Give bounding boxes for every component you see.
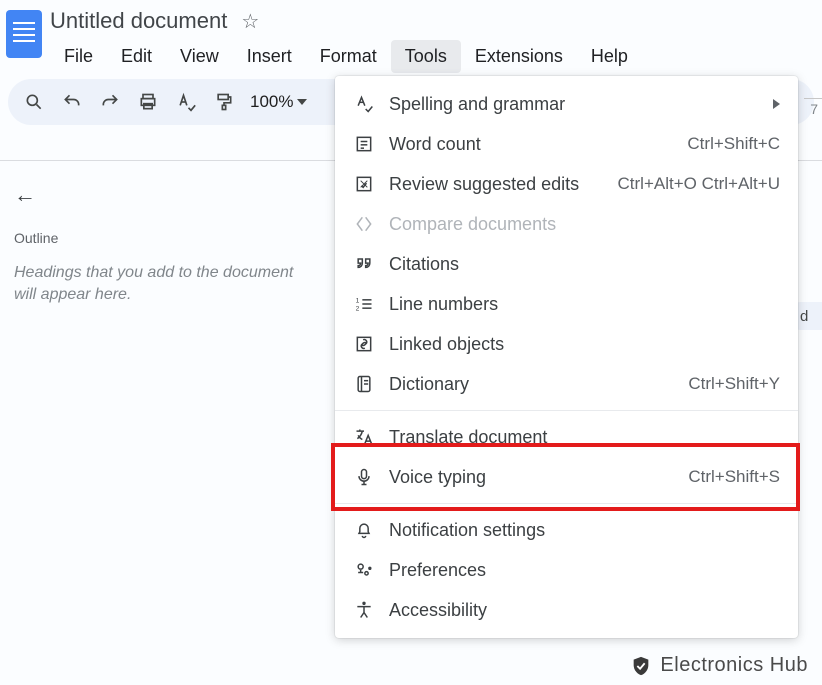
watermark: Electronics Hub	[630, 654, 808, 677]
svg-text:1: 1	[356, 297, 360, 304]
tools-item-prefs[interactable]: Preferences	[335, 550, 798, 590]
outline-collapse-icon[interactable]: ←	[14, 182, 324, 208]
menu-separator	[335, 410, 798, 411]
menu-item-shortcut: Ctrl+Shift+S	[688, 467, 780, 487]
menu-insert[interactable]: Insert	[233, 40, 306, 73]
menu-item-label: Line numbers	[389, 294, 780, 315]
menu-edit[interactable]: Edit	[107, 40, 166, 73]
menu-format[interactable]: Format	[306, 40, 391, 73]
chevron-right-icon	[773, 99, 780, 109]
document-title[interactable]: Untitled document	[50, 8, 227, 34]
menu-item-label: Translate document	[389, 427, 780, 448]
shield-icon	[630, 655, 652, 677]
spellcheck-icon	[353, 93, 375, 115]
menu-item-label: Compare documents	[389, 214, 780, 235]
menubar: FileEditViewInsertFormatToolsExtensionsH…	[50, 40, 818, 73]
menu-item-label: Citations	[389, 254, 780, 275]
tools-item-spelling[interactable]: Spelling and grammar	[335, 84, 798, 124]
menu-file[interactable]: File	[50, 40, 107, 73]
zoom-select[interactable]: 100%	[250, 92, 307, 112]
wordcount-icon	[353, 133, 375, 155]
tools-item-citations[interactable]: Citations	[335, 244, 798, 284]
prefs-icon	[353, 559, 375, 581]
menu-separator	[335, 503, 798, 504]
undo-icon[interactable]	[60, 90, 84, 114]
menu-item-label: Word count	[389, 134, 687, 155]
chevron-down-icon	[297, 99, 307, 105]
outline-placeholder: Headings that you add to the document wi…	[14, 262, 314, 307]
menu-item-label: Spelling and grammar	[389, 94, 765, 115]
tools-item-linked[interactable]: Linked objects	[335, 324, 798, 364]
redo-icon[interactable]	[98, 90, 122, 114]
menu-help[interactable]: Help	[577, 40, 642, 73]
tools-item-review[interactable]: Review suggested editsCtrl+Alt+O Ctrl+Al…	[335, 164, 798, 204]
right-panel-stub: d	[796, 302, 822, 330]
menu-item-label: Voice typing	[389, 467, 688, 488]
zoom-value: 100%	[250, 92, 293, 112]
watermark-text-2: Hub	[770, 654, 808, 676]
watermark-text-1: Electronics	[660, 654, 763, 676]
link-icon	[353, 333, 375, 355]
ruler-mark: 7	[804, 98, 822, 128]
outline-heading: Outline	[14, 230, 324, 246]
bell-icon	[353, 519, 375, 541]
menu-item-label: Accessibility	[389, 600, 780, 621]
docs-app-icon[interactable]	[6, 10, 42, 58]
star-icon[interactable]: ☆	[241, 9, 259, 34]
menu-item-label: Preferences	[389, 560, 780, 581]
menu-extensions[interactable]: Extensions	[461, 40, 577, 73]
review-icon	[353, 173, 375, 195]
menu-item-label: Linked objects	[389, 334, 780, 355]
tools-item-notif[interactable]: Notification settings	[335, 510, 798, 550]
mic-icon	[353, 466, 375, 488]
tools-item-wordcount[interactable]: Word countCtrl+Shift+C	[335, 124, 798, 164]
paint-format-icon[interactable]	[212, 90, 236, 114]
menu-item-label: Dictionary	[389, 374, 688, 395]
print-icon[interactable]	[136, 90, 160, 114]
accessibility-icon	[353, 599, 375, 621]
quote-icon	[353, 253, 375, 275]
menu-item-label: Review suggested edits	[389, 174, 618, 195]
tools-item-dictionary[interactable]: DictionaryCtrl+Shift+Y	[335, 364, 798, 404]
search-icon[interactable]	[22, 90, 46, 114]
tools-item-a11y[interactable]: Accessibility	[335, 590, 798, 630]
menu-item-shortcut: Ctrl+Shift+C	[687, 134, 780, 154]
compare-icon	[353, 213, 375, 235]
menu-tools[interactable]: Tools	[391, 40, 461, 73]
menu-view[interactable]: View	[166, 40, 233, 73]
menu-item-label: Notification settings	[389, 520, 780, 541]
tools-item-voice[interactable]: Voice typingCtrl+Shift+S	[335, 457, 798, 497]
tools-dropdown: Spelling and grammarWord countCtrl+Shift…	[335, 76, 798, 638]
tools-item-linenumbers[interactable]: 12Line numbers	[335, 284, 798, 324]
tools-item-compare: Compare documents	[335, 204, 798, 244]
dictionary-icon	[353, 373, 375, 395]
linenumbers-icon: 12	[353, 293, 375, 315]
spellcheck-toolbar-icon[interactable]	[174, 90, 198, 114]
svg-text:2: 2	[356, 306, 360, 313]
translate-icon	[353, 426, 375, 448]
tools-item-translate[interactable]: Translate document	[335, 417, 798, 457]
menu-item-shortcut: Ctrl+Shift+Y	[688, 374, 780, 394]
menu-item-shortcut: Ctrl+Alt+O Ctrl+Alt+U	[618, 174, 781, 194]
